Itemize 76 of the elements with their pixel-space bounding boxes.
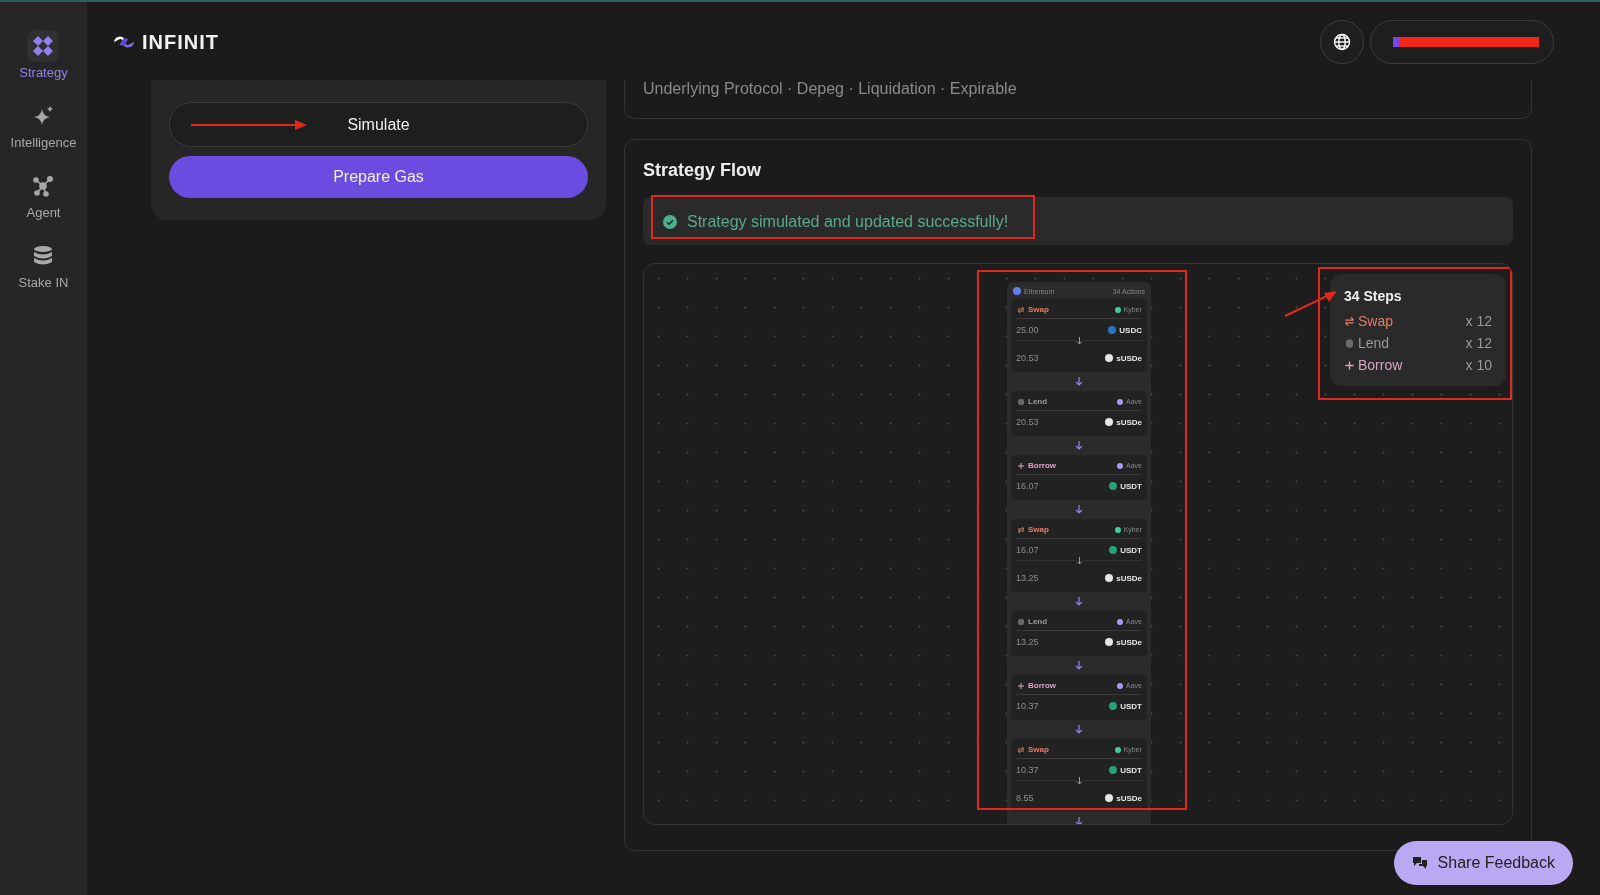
- chat-icon: [1411, 856, 1428, 870]
- step-type: Borrow: [1028, 681, 1056, 690]
- plus-icon: [1344, 359, 1355, 371]
- ethereum-icon: [1013, 287, 1021, 295]
- amount: 8.55: [1016, 793, 1034, 803]
- sidebar-item[interactable]: Stake IN: [18, 240, 69, 290]
- step-type: Swap: [1028, 305, 1049, 314]
- swap-icon: [1016, 525, 1025, 534]
- swap-icon: [1016, 305, 1025, 314]
- token-name: sUSDe: [1116, 353, 1142, 363]
- logo-icon: [112, 33, 136, 51]
- step-type: Swap: [1358, 313, 1394, 329]
- lend-icon: [1016, 397, 1025, 406]
- amount: 25.00: [1016, 325, 1039, 335]
- down-arrow-icon: [1075, 597, 1083, 606]
- down-arrow-icon: [1075, 817, 1083, 824]
- step-type: Lend: [1028, 617, 1048, 626]
- logo-text: INFINIT: [142, 30, 219, 54]
- down-arrow-icon: [1075, 337, 1083, 345]
- amount: 13.25: [1016, 573, 1039, 583]
- token-name: sUSDe: [1116, 637, 1142, 647]
- step-type: Lend: [1028, 397, 1048, 406]
- step-type: Swap: [1028, 745, 1049, 754]
- prepare-gas-button[interactable]: Prepare Gas: [169, 156, 588, 198]
- simulate-button[interactable]: Simulate: [169, 102, 588, 147]
- step-type: Borrow: [1028, 461, 1056, 470]
- token-name: USDT: [1120, 545, 1142, 555]
- lend-icon: [1016, 617, 1025, 626]
- amount: 13.25: [1016, 637, 1039, 647]
- step-type: Swap: [1028, 525, 1049, 534]
- amount: 10.37: [1016, 765, 1039, 775]
- annotation-arrow: [1283, 288, 1339, 318]
- network-icon: [32, 175, 55, 197]
- sidebar-item[interactable]: Agent: [26, 170, 61, 220]
- token-name: sUSDe: [1116, 417, 1142, 427]
- success-message: Strategy simulated and updated successfully!: [687, 213, 1009, 231]
- down-arrow-icon: [1075, 661, 1083, 670]
- sidebar-item[interactable]: Intelligence: [10, 100, 77, 150]
- globe-icon: [1333, 33, 1351, 51]
- check-circle-icon: [663, 215, 677, 229]
- amount: 20.53: [1016, 417, 1039, 427]
- database-icon: [32, 245, 55, 267]
- token-name: USDT: [1120, 701, 1142, 711]
- down-arrow-icon: [1075, 505, 1083, 514]
- down-arrow-icon: [1075, 557, 1083, 565]
- token-name: sUSDe: [1116, 793, 1142, 803]
- section-title: Strategy Flow: [643, 160, 763, 181]
- down-arrow-icon: [1075, 441, 1083, 450]
- down-arrow-icon: [1075, 377, 1083, 386]
- step-count: x 12: [1465, 335, 1492, 351]
- share-feedback-button[interactable]: Share Feedback: [1393, 841, 1573, 885]
- plus-icon: [1016, 681, 1025, 690]
- amount: 16.07: [1016, 481, 1039, 491]
- step-type: Lend: [1358, 335, 1390, 351]
- steps-total: 34 Steps: [1344, 288, 1403, 304]
- token-name: USDT: [1120, 481, 1142, 491]
- down-arrow-icon: [1075, 777, 1083, 785]
- wallet-button[interactable]: [1370, 20, 1554, 64]
- amount: 10.37: [1016, 701, 1039, 711]
- token-name: USDC: [1119, 325, 1142, 335]
- grid-icon: [32, 35, 55, 57]
- step-count: x 10: [1465, 357, 1492, 373]
- token-name: sUSDe: [1116, 573, 1142, 583]
- amount: 16.07: [1016, 545, 1039, 555]
- swap-icon: [1344, 315, 1355, 327]
- amount: 20.53: [1016, 353, 1039, 363]
- swap-icon: [1016, 745, 1025, 754]
- step-type: Borrow: [1358, 357, 1403, 373]
- token-name: USDT: [1120, 765, 1142, 775]
- language-button[interactable]: [1320, 20, 1364, 64]
- lend-icon: [1344, 337, 1355, 349]
- risk-tags: Underlying Protocol · Depeg · Liquidation · Expirable: [643, 80, 1513, 98]
- down-arrow-icon: [1075, 725, 1083, 734]
- sidebar-item[interactable]: Strategy: [19, 30, 68, 80]
- step-count: x 12: [1465, 313, 1492, 329]
- plus-icon: [1016, 461, 1025, 470]
